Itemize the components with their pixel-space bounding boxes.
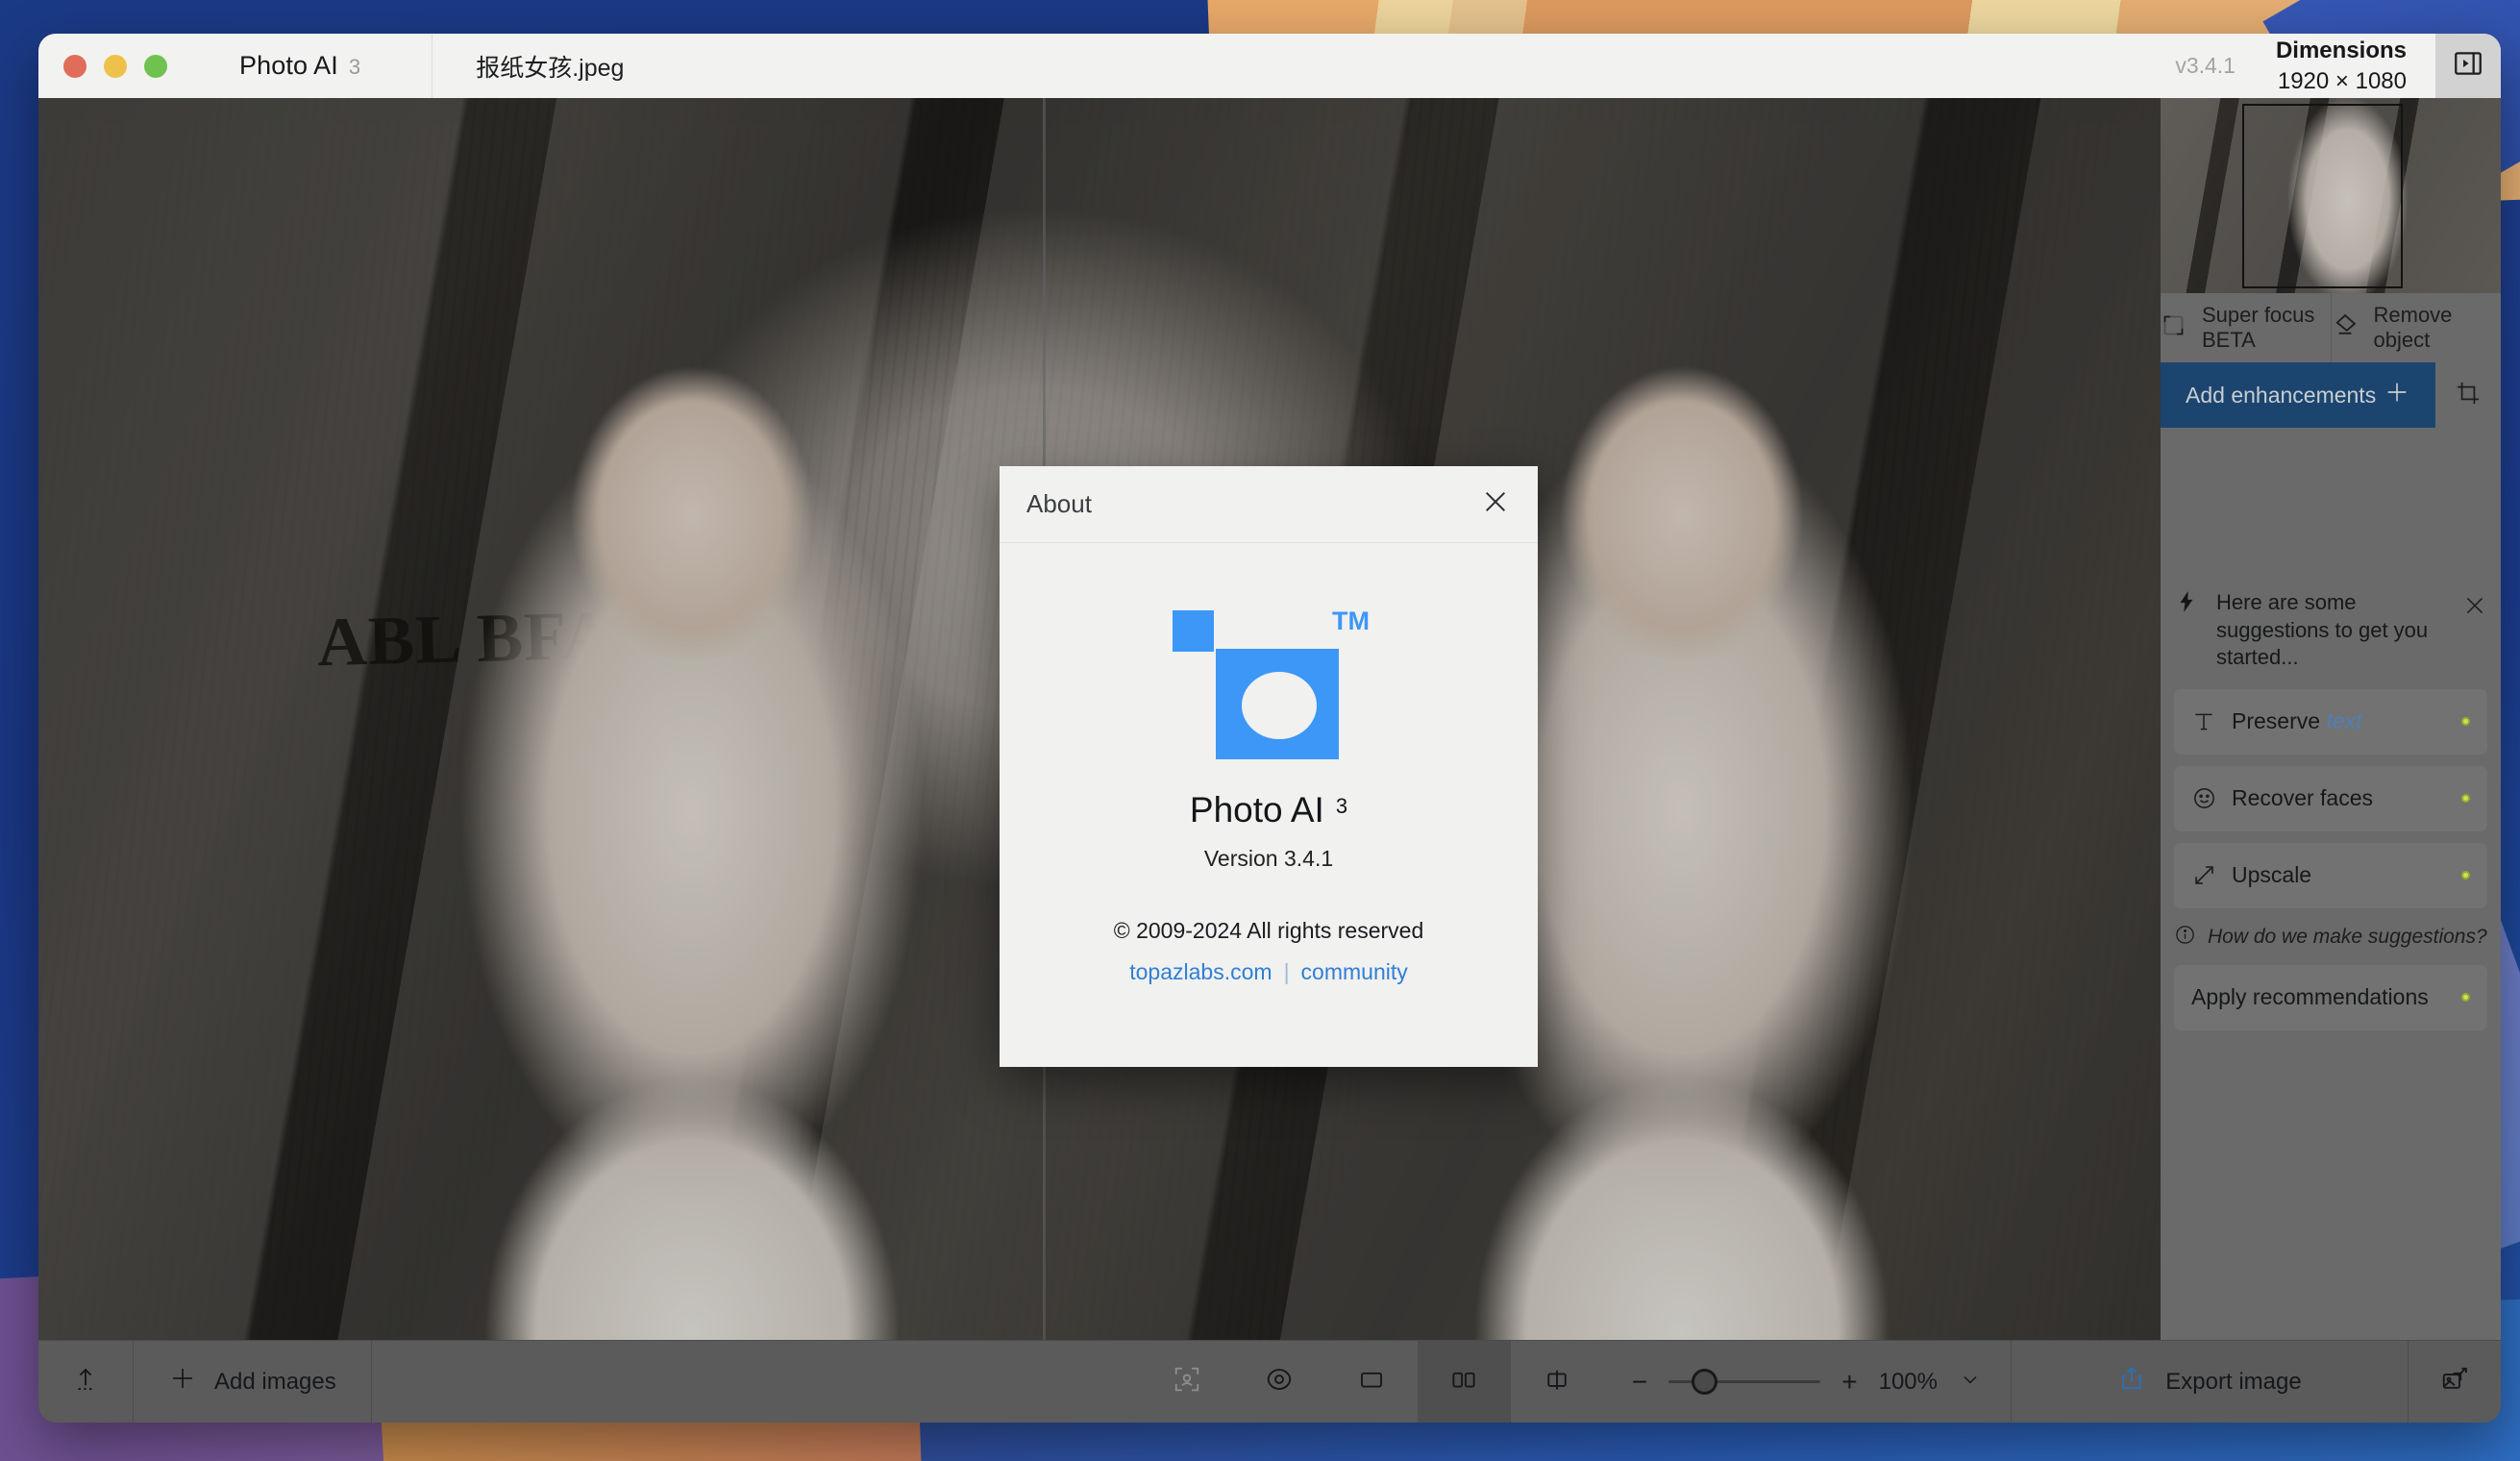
logo-lens-circle (1242, 672, 1317, 739)
about-dialog-header: About (1000, 466, 1538, 543)
topaz-logo: TM (1173, 607, 1370, 759)
about-dialog-body: TM Photo AI 3 Version 3.4.1 © 2009-2024 … (1000, 543, 1538, 985)
logo-small-square (1173, 610, 1214, 652)
close-icon[interactable] (1480, 486, 1511, 522)
about-dialog: About TM Photo AI 3 Version 3.4.1 © 2009… (1000, 466, 1538, 1067)
community-link[interactable]: community (1301, 959, 1408, 985)
trademark-label: TM (1332, 607, 1370, 635)
modal-overlay: About TM Photo AI 3 Version 3.4.1 © 2009… (38, 34, 2501, 1423)
about-dialog-title: About (1026, 489, 1092, 518)
link-divider: | (1283, 959, 1290, 984)
app-window: Photo AI 3 报纸女孩.jpeg v3.4.1 Dimensions 1… (38, 34, 2501, 1423)
about-product-name-row: Photo AI 3 (1190, 790, 1347, 830)
about-product-badge: 3 (1335, 794, 1348, 818)
about-version-line: Version 3.4.1 (1203, 846, 1334, 871)
topazlabs-link[interactable]: topazlabs.com (1129, 959, 1272, 985)
about-copyright: © 2009-2024 All rights reserved (1113, 918, 1424, 943)
about-links: topazlabs.com | community (1129, 959, 1408, 985)
about-product-name: Photo AI (1189, 790, 1324, 830)
